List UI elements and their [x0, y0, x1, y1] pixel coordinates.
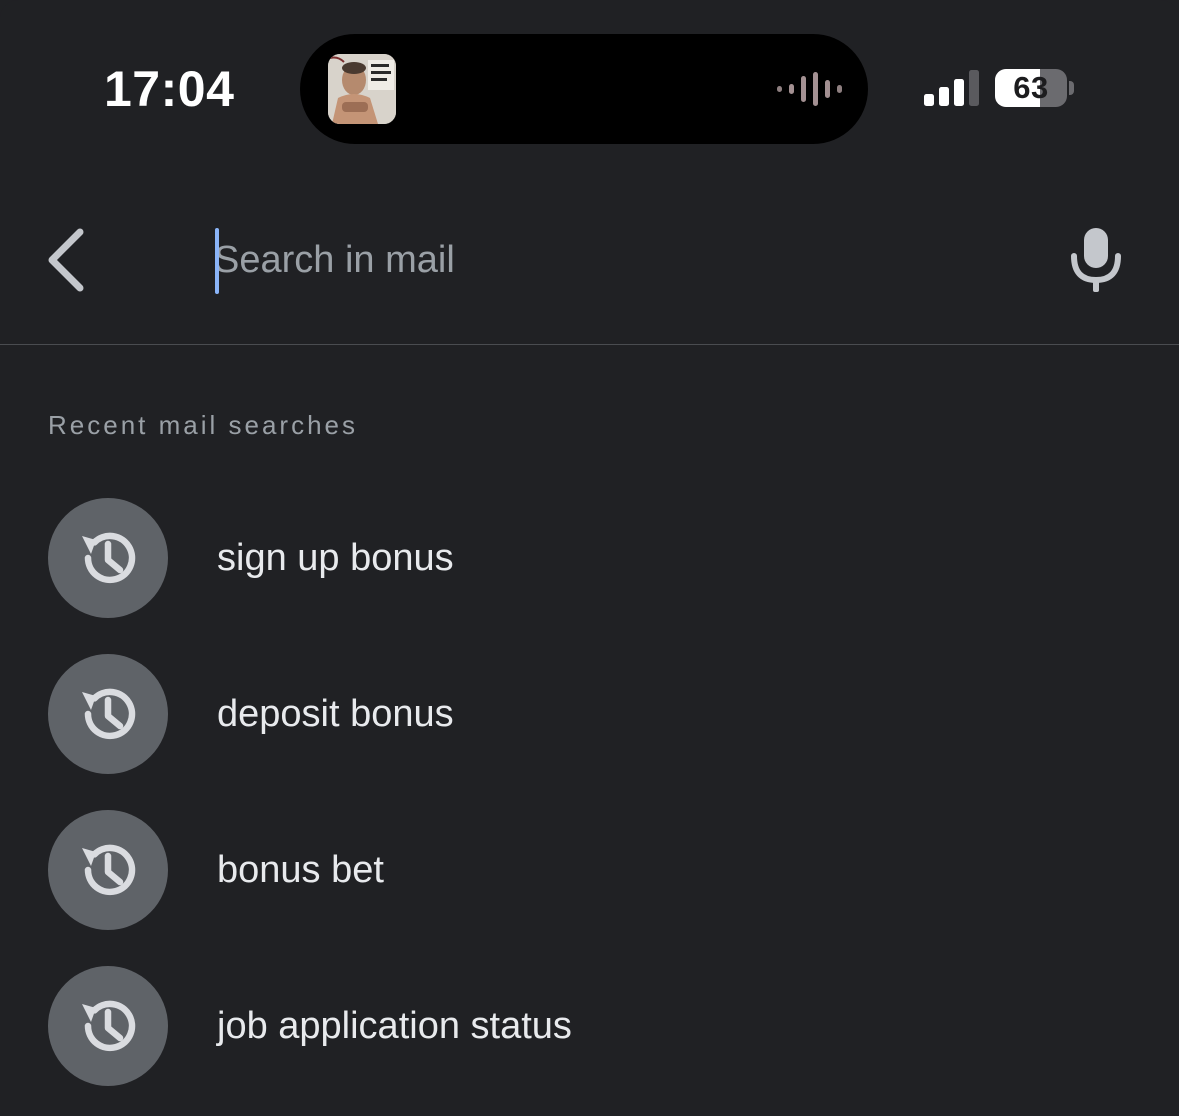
gmail-search-screen: 17:04 63 Search in mail Recent mail sear… — [0, 0, 1179, 1116]
recent-search-label: job application status — [217, 1005, 572, 1047]
battery-percentage: 63 — [1013, 70, 1049, 105]
search-divider — [0, 344, 1179, 345]
history-clock-icon — [48, 966, 168, 1086]
search-input[interactable] — [214, 222, 1034, 298]
dynamic-island[interactable] — [300, 34, 868, 144]
recent-searches-list: sign up bonus deposit bonus bonus bet jo… — [0, 498, 1179, 1116]
history-clock-icon — [48, 654, 168, 774]
recent-search-item[interactable]: bonus bet — [0, 810, 1179, 966]
chevron-left-icon — [48, 228, 84, 292]
history-clock-icon — [48, 810, 168, 930]
battery-indicator: 63 — [995, 69, 1067, 107]
recent-search-item[interactable]: deposit bonus — [0, 654, 1179, 810]
recent-search-item[interactable]: job application status — [0, 966, 1179, 1116]
voice-search-button[interactable] — [1066, 224, 1126, 294]
battery-cap — [1069, 81, 1074, 95]
recent-search-label: bonus bet — [217, 849, 384, 891]
history-clock-icon — [48, 498, 168, 618]
back-button[interactable] — [34, 220, 98, 300]
cellular-signal-icon — [924, 70, 979, 106]
recent-search-label: sign up bonus — [217, 537, 454, 579]
audio-waveform-icon — [777, 72, 842, 106]
status-time: 17:04 — [104, 61, 235, 117]
recent-search-item[interactable]: sign up bonus — [0, 498, 1179, 654]
recent-search-label: deposit bonus — [217, 693, 454, 735]
recent-searches-heading: Recent mail searches — [48, 410, 358, 440]
now-playing-artwork — [328, 54, 396, 124]
microphone-icon — [1071, 228, 1121, 292]
search-field[interactable] — [214, 222, 1034, 298]
